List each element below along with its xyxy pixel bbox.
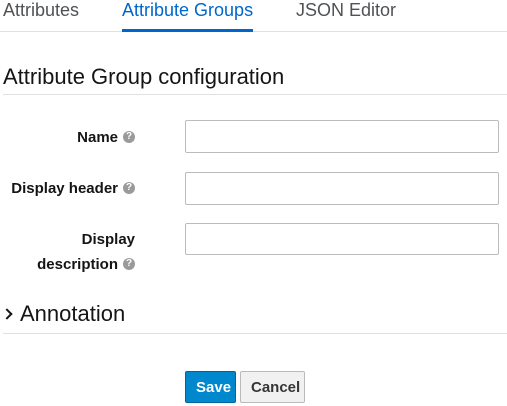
attribute-group-page: Attributes Attribute Groups JSON Editor … bbox=[0, 0, 507, 406]
help-icon[interactable]: ? bbox=[123, 258, 135, 271]
tab-attribute-groups[interactable]: Attribute Groups bbox=[122, 0, 254, 32]
tab-bar: Attributes Attribute Groups JSON Editor bbox=[0, 0, 507, 32]
section-title: Attribute Group configuration bbox=[3, 63, 507, 95]
tab-json-editor[interactable]: JSON Editor bbox=[296, 0, 396, 32]
name-label-text: Name bbox=[77, 129, 118, 146]
chevron-right-icon bbox=[1, 308, 13, 320]
annotation-label: Annotation bbox=[20, 301, 126, 326]
save-button[interactable]: Save bbox=[185, 371, 236, 403]
tab-attributes[interactable]: Attributes bbox=[3, 0, 79, 32]
name-label: Name? bbox=[77, 125, 135, 150]
cancel-button[interactable]: Cancel bbox=[240, 371, 305, 403]
display-header-label: Display header? bbox=[11, 176, 135, 201]
help-icon[interactable]: ? bbox=[123, 131, 135, 144]
display-description-label: Display bbox=[82, 227, 135, 252]
display-description-label-2: description? bbox=[37, 252, 135, 277]
help-icon[interactable]: ? bbox=[123, 182, 135, 195]
display-description-label-line1: Display bbox=[81, 231, 135, 248]
display-header-label-text: Display header bbox=[11, 180, 118, 197]
name-input[interactable] bbox=[185, 120, 499, 153]
display-description-input[interactable] bbox=[185, 223, 499, 255]
annotation-toggle[interactable]: Annotation bbox=[1, 300, 507, 334]
display-header-input[interactable] bbox=[185, 172, 499, 205]
display-description-label-line2: description bbox=[37, 256, 118, 273]
